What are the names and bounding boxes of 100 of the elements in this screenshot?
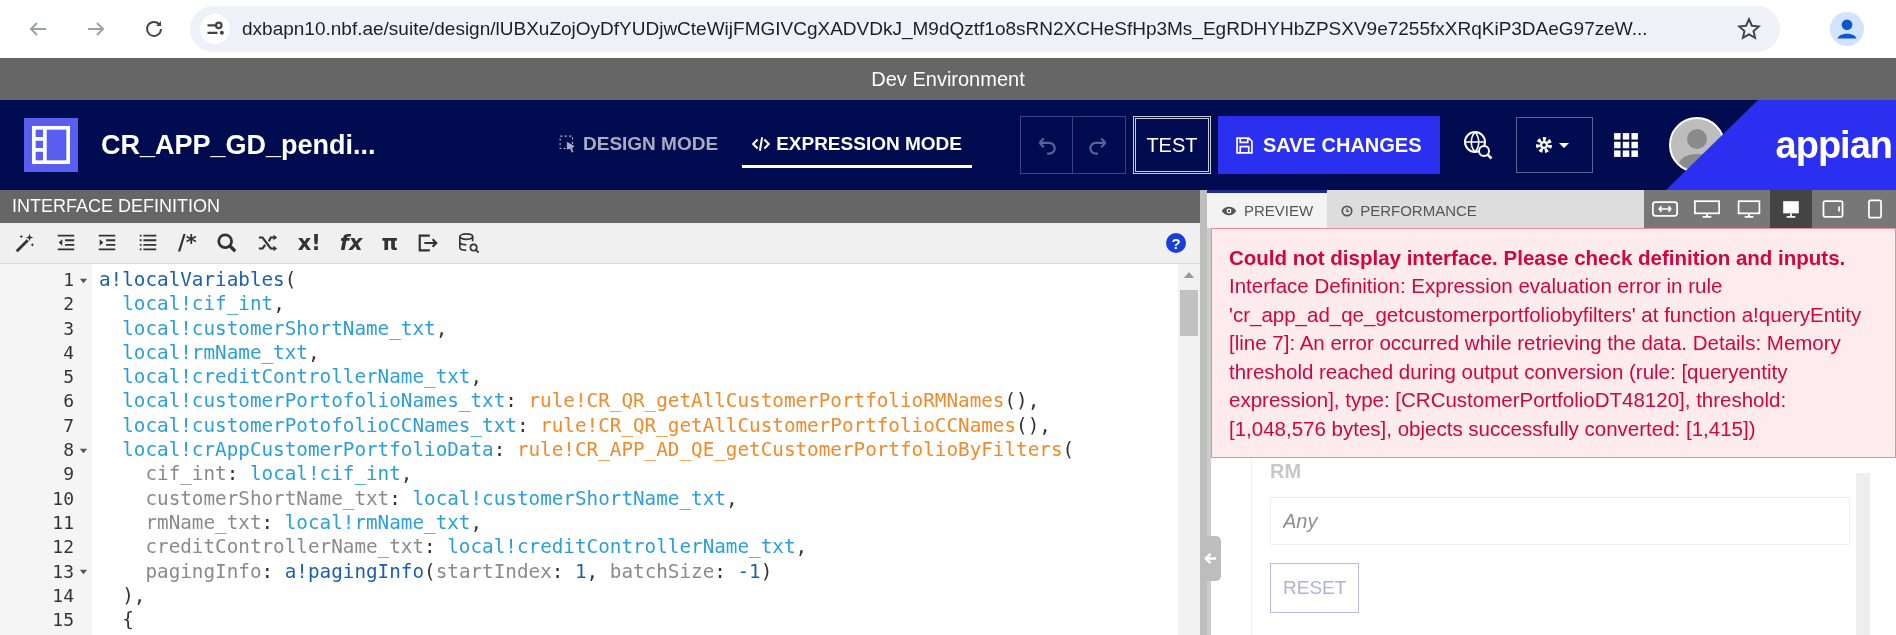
- monitor-icon: [1736, 199, 1762, 219]
- line-number: 8: [63, 438, 74, 463]
- code-token: ): [760, 559, 773, 583]
- code-token: local!customerPortofolioNames_txt: [121, 389, 506, 413]
- code-token: ,: [400, 462, 413, 486]
- export-icon[interactable]: [417, 232, 440, 254]
- code-token: (),: [1016, 413, 1051, 437]
- line-number: 4: [63, 340, 74, 365]
- panel-header: INTERFACE DEFINITION: [0, 190, 1200, 223]
- code-token: :: [261, 510, 275, 534]
- code-token: :: [389, 486, 402, 510]
- preview-tab[interactable]: PERFORMANCE: [1327, 190, 1491, 228]
- code-token: :: [424, 535, 437, 559]
- line-number: 9: [63, 462, 74, 487]
- code-token: creditControllerName_txt: [144, 535, 425, 559]
- code-token: -1: [737, 559, 761, 583]
- scrollbar-thumb[interactable]: [1180, 290, 1198, 336]
- toolbar-button[interactable]: /*: [178, 231, 197, 255]
- clock-icon: [1341, 204, 1354, 217]
- interface-title: CR_APP_GD_pendi...: [101, 129, 377, 161]
- line-number: 3: [63, 316, 74, 341]
- fit-width-icon: [1652, 199, 1678, 219]
- code-token: rule!CR_QR_getAllCustomerPortfolioCCNames: [540, 413, 1017, 437]
- toolbar-button[interactable]: fx: [339, 231, 363, 255]
- code-token: cif_int: [144, 462, 227, 486]
- globe-search-icon[interactable]: [1461, 129, 1494, 161]
- tablet-icon: [1820, 199, 1846, 219]
- code-token: customerShortName_txt: [144, 486, 390, 510]
- database-search-icon[interactable]: [458, 232, 481, 254]
- line-number: 6: [63, 389, 74, 414]
- line-number: 15: [52, 608, 74, 633]
- line-number: 11: [52, 510, 74, 535]
- error-title: Could not display interface. Please check definition and inputs.: [1229, 245, 1847, 271]
- code-token: ,: [307, 340, 320, 364]
- site-settings-icon[interactable]: [200, 14, 230, 44]
- wide-monitor-icon: [1694, 199, 1720, 219]
- code-token: local!crAppCustomerPortfolioData: [121, 438, 494, 462]
- code-token: startIndex: [435, 559, 552, 583]
- mode-tab[interactable]: EXPRESSION MODE: [742, 122, 972, 168]
- code-token: rmName_txt: [144, 510, 262, 534]
- code-token: (: [1062, 438, 1075, 462]
- profile-icon[interactable]: [1830, 12, 1864, 46]
- code-token: pagingInfo: [144, 559, 262, 583]
- code-token: (),: [1004, 389, 1040, 413]
- code-token: batchSize: [609, 559, 715, 583]
- interface-icon: [24, 118, 78, 172]
- code-token: ,: [586, 559, 600, 583]
- code-token: (: [284, 268, 297, 291]
- eye-icon: [1221, 205, 1237, 216]
- app-grid-icon[interactable]: [1612, 132, 1639, 158]
- toolbar-button[interactable]: π: [381, 231, 399, 255]
- line-number: 13: [52, 559, 74, 584]
- line-number: 1: [63, 268, 74, 292]
- code-token: rule!CR_APP_AD_QE_getCustomerPortfolioByFilters: [516, 438, 1063, 462]
- environment-banner: Dev Environment: [0, 58, 1896, 100]
- code-token: rule!CR_QR_getAllCustomerPortfolioRMNames: [528, 389, 1005, 413]
- test-button[interactable]: TEST: [1132, 116, 1211, 174]
- scrollbar[interactable]: [1178, 264, 1200, 635]
- code-token: :: [261, 559, 275, 583]
- code-token: local!creditControllerName_txt: [447, 535, 796, 559]
- code-token: ,: [725, 486, 738, 510]
- settings-menu-button[interactable]: [1515, 117, 1593, 173]
- save-changes-button[interactable]: SAVE CHANGES: [1217, 116, 1440, 174]
- star-icon[interactable]: [1736, 16, 1762, 42]
- address-bar[interactable]: dxbapn10.nbf.ae/suite/design/lUBXuZojOyDfYUDjwCteWijFMGIVCgXADVDkJ_M9dQztf1o8sRN2XCHeSfHp3Ms_EgRDHYHbZPSXV9e7255fxXRqKiP3DAeG97zeW...: [190, 6, 1780, 52]
- line-number: 14: [52, 583, 74, 608]
- error-details: Interface Definition: Expression evaluation error in rule 'cr_app_ad_qe_getcustomerportfoliobyfilters' at function a!queryEntity [line 7]: An error occurred while retrieving the data. Details: Memory threshold reached during output conversion (rule: [queryentity expression], type: [CRCustomerPortfolioDT48120], threshold: [1,048,576 bytes], objects successfully converted: [1,415]): [1229, 273, 1863, 442]
- code-token: ,: [470, 365, 483, 389]
- fold-caret-icon[interactable]: [78, 567, 88, 577]
- magic-wand-icon[interactable]: [14, 232, 36, 254]
- code-token: local!cif_int: [249, 462, 401, 486]
- left-arrow-icon: [1203, 551, 1218, 566]
- code-token: (: [424, 559, 436, 583]
- code-token: local!rmName_txt: [121, 340, 308, 364]
- line-number: 2: [63, 292, 74, 317]
- code-token: ,: [435, 316, 448, 340]
- code-token: 1: [575, 559, 587, 583]
- cursor-select-icon: [559, 134, 577, 153]
- search-icon[interactable]: [215, 232, 238, 254]
- code-token: :: [505, 389, 518, 413]
- code-token: local!rmName_txt: [284, 510, 471, 534]
- line-number: 10: [52, 486, 74, 511]
- toolbar-button[interactable]: x!: [297, 231, 321, 255]
- code-token: local!customerShortName_txt: [412, 486, 726, 510]
- code-token: local!creditControllerName_txt: [121, 365, 471, 389]
- code-token: :: [714, 559, 727, 583]
- url-text: dxbapn10.nbf.ae/suite/design/lUBXuZojOyDfYUDjwCteWijFMGIVCgXADVDkJ_M9dQztf1o8sRN2XCHeSfHp3Ms_EgRDHYHbZPSXV9e7255fxXRqKiP3DAeG97zeW...: [242, 18, 1649, 40]
- preview-tab[interactable]: PREVIEW: [1207, 190, 1328, 228]
- code-token: :: [493, 438, 507, 462]
- code-token: a!pagingInfo: [284, 559, 425, 583]
- code-token: ),: [121, 583, 146, 607]
- code-token: ,: [273, 292, 285, 316]
- code-token: local!cif_int: [121, 292, 274, 316]
- mode-tab[interactable]: DESIGN MODE: [549, 122, 729, 168]
- device-view-button[interactable]: [1770, 190, 1812, 228]
- code-token: :: [551, 559, 565, 583]
- code-token: local!customerPotofolioCCNames_txt: [121, 413, 517, 437]
- logo-text: appian: [1775, 123, 1892, 167]
- help-button[interactable]: ?: [1166, 233, 1186, 253]
- code-token: ,: [470, 510, 483, 534]
